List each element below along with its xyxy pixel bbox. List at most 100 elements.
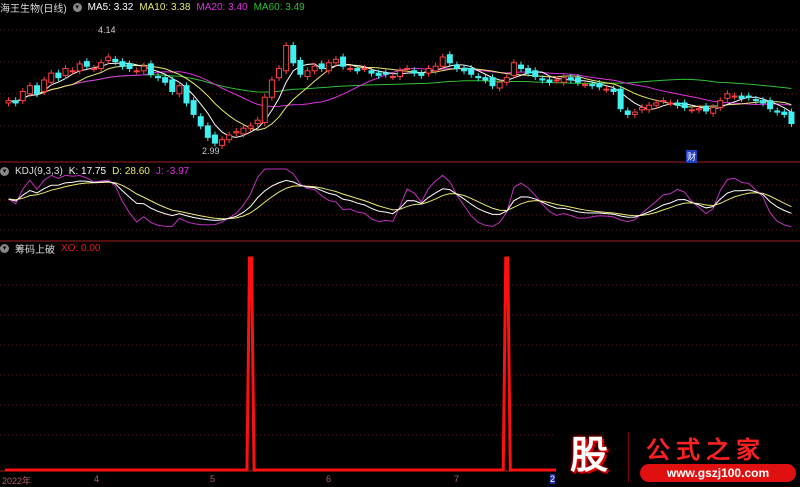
candle [76,63,83,72]
candle [717,100,724,109]
candle [425,68,432,74]
candle [617,88,624,110]
candle [596,82,603,88]
candle [155,76,162,79]
candle [404,68,411,71]
candle [731,95,738,98]
ma20-legend: MA20: 3.40 [196,1,248,13]
collapse-icon[interactable]: ▾ [0,243,9,253]
candle [105,56,112,61]
candle [119,61,126,67]
candle [361,68,368,71]
candle [738,95,745,99]
candle [276,68,283,79]
finance-badge[interactable]: 财 [686,150,698,163]
candle [226,134,233,141]
candle [631,111,638,115]
candle [759,100,766,104]
candle [667,102,674,105]
candle [745,95,752,98]
collapse-icon[interactable]: ▾ [0,166,9,176]
candle [610,88,617,92]
candle [574,77,581,83]
candle [233,131,240,134]
candle [354,68,361,72]
axis-label: 4 [94,474,100,484]
candle [48,72,55,83]
candle [62,68,69,76]
candle [482,77,489,81]
candle [304,70,311,78]
candle [5,100,12,104]
candle [340,56,347,67]
candle [126,63,133,70]
candle [325,62,332,72]
candle [112,58,119,63]
candle [98,62,105,70]
candle [318,63,325,70]
candle [724,93,731,99]
xo-legend: ▾ 筹码上破 XO: 0.00 [0,241,100,256]
candle [283,45,290,72]
candle [653,102,660,106]
candle [553,79,560,82]
candle [703,105,710,112]
candle [55,72,62,79]
candle [638,107,645,111]
low-label: 2.99 [202,146,220,156]
candle [781,111,788,115]
high-label: 4.14 [98,25,116,35]
candle [517,64,524,70]
candle [439,56,446,67]
candle [767,100,774,110]
ma5-legend: MA5: 3.32 [87,1,134,13]
candle [90,68,97,71]
axis-label: 5 [210,474,216,484]
kdj-d: D: 28.60 [112,165,150,177]
candle [788,111,795,125]
candle [197,116,204,127]
candle [219,139,226,146]
axis-label: 2022年 [2,476,32,486]
candle [710,107,717,114]
collapse-icon[interactable]: ▾ [72,2,82,12]
candle [332,58,339,64]
candle [603,88,610,91]
candle [133,70,140,73]
candle [268,79,275,98]
candle [489,77,496,87]
candle [290,45,297,64]
candle [69,70,76,73]
kdj-k: K: 17.75 [68,165,107,177]
candle [204,125,211,138]
candle [681,102,688,109]
candle [453,64,460,70]
candle [240,127,247,135]
candle [411,70,418,74]
candle [26,85,33,95]
ma10-legend: MA10: 3.38 [139,1,191,13]
candle [752,98,759,102]
kdj-name: KDJ(9,3,3) [15,165,63,177]
candle [695,108,702,111]
candle [261,96,268,123]
xo-name: 筹码上破 [15,244,55,256]
candle [147,63,154,75]
candle [375,72,382,76]
candle [503,77,510,83]
candle [389,76,396,79]
candle [297,59,304,75]
candle [12,100,19,104]
watermark-logo: 股 公式之家 www.gszj100.com [556,428,800,487]
candle [247,125,254,129]
candle [525,68,532,74]
candle [169,79,176,92]
kdj-legend: ▾ KDJ(9,3,3) K: 17.75 D: 28.60 J: -3.97 [0,164,189,178]
candle [34,85,41,95]
candle [311,65,318,72]
candle [496,81,503,89]
candle [539,78,546,81]
candle [368,70,375,74]
ma60-legend: MA60: 3.49 [253,1,305,13]
candle [468,68,475,75]
